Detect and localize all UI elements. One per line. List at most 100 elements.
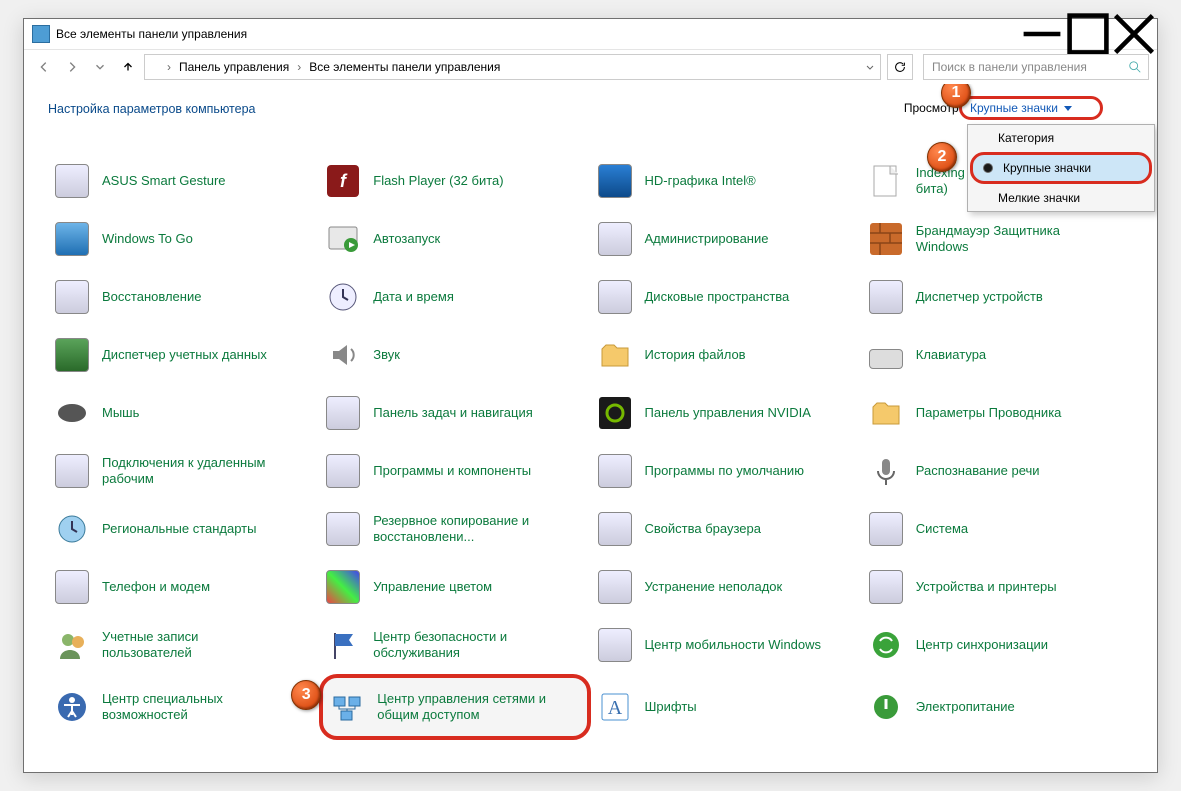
globe-clock-icon — [56, 513, 88, 545]
remote-icon — [55, 454, 89, 488]
item-security-maintenance[interactable]: Центр безопасности и обслуживания — [319, 616, 590, 674]
radio-selected-icon — [983, 163, 993, 173]
recent-locations-button[interactable] — [88, 55, 112, 79]
sync-icon — [870, 629, 902, 661]
devices-icon — [869, 280, 903, 314]
view-option-large-icons[interactable]: Крупные значки — [970, 152, 1152, 184]
item-sync-center[interactable]: Центр синхронизации — [862, 616, 1133, 674]
item-mouse[interactable]: Мышь — [48, 384, 319, 442]
refresh-button[interactable] — [887, 54, 913, 80]
step-badge-2: 2 — [927, 142, 957, 172]
up-button[interactable] — [116, 55, 140, 79]
item-autoplay[interactable]: Автозапуск — [319, 210, 590, 268]
items-grid: ASUS Smart Gesture fFlash Player (32 бит… — [48, 152, 1133, 740]
item-phone-modem[interactable]: Телефон и модем — [48, 558, 319, 616]
drives-icon — [598, 280, 632, 314]
microphone-icon — [870, 455, 902, 487]
power-icon — [870, 691, 902, 723]
fonts-icon: A — [599, 691, 631, 723]
generic-icon — [55, 164, 89, 198]
document-icon — [872, 164, 900, 198]
item-intel-graphics[interactable]: HD-графика Intel® — [591, 152, 862, 210]
item-network-sharing-center[interactable]: Центр управления сетями и общим доступом — [319, 674, 590, 740]
item-system[interactable]: Система — [862, 500, 1133, 558]
item-firewall[interactable]: Брандмауэр Защитника Windows — [862, 210, 1133, 268]
programs-icon — [326, 454, 360, 488]
folder-clock-icon — [599, 339, 631, 371]
item-device-manager[interactable]: Диспетчер устройств — [862, 268, 1133, 326]
chevron-down-icon[interactable] — [864, 61, 876, 73]
system-icon — [869, 512, 903, 546]
accessibility-icon — [56, 691, 88, 723]
item-power-options[interactable]: Электропитание — [862, 674, 1133, 740]
item-asus-smart-gesture[interactable]: ASUS Smart Gesture — [48, 152, 319, 210]
item-color-management[interactable]: Управление цветом — [319, 558, 590, 616]
breadcrumb-root[interactable]: Панель управления — [175, 60, 293, 74]
search-box[interactable] — [923, 54, 1149, 80]
defaults-icon — [598, 454, 632, 488]
flag-icon — [327, 629, 359, 661]
breadcrumb-sep-icon: › — [297, 60, 301, 74]
network-icon — [331, 691, 363, 723]
item-ease-of-access[interactable]: Центр специальных возможностей 3 — [48, 674, 319, 740]
item-taskbar[interactable]: Панель задач и навигация — [319, 384, 590, 442]
item-keyboard[interactable]: Клавиатура — [862, 326, 1133, 384]
forward-button[interactable] — [60, 55, 84, 79]
minimize-button[interactable] — [1019, 19, 1065, 49]
item-programs-features[interactable]: Программы и компоненты — [319, 442, 590, 500]
view-mode-dropdown[interactable]: Крупные значки — [959, 96, 1103, 120]
item-devices-printers[interactable]: Устройства и принтеры — [862, 558, 1133, 616]
view-option-category[interactable]: Категория — [968, 125, 1154, 151]
search-input[interactable] — [930, 59, 1104, 75]
flash-icon: f — [327, 165, 359, 197]
taskbar-icon — [326, 396, 360, 430]
item-flash-player[interactable]: fFlash Player (32 бита) — [319, 152, 590, 210]
autoplay-icon — [327, 223, 359, 255]
item-sound[interactable]: Звук — [319, 326, 590, 384]
item-regional[interactable]: Региональные стандарты — [48, 500, 319, 558]
window-title: Все элементы панели управления — [56, 27, 247, 41]
recovery-icon — [55, 280, 89, 314]
close-button[interactable] — [1111, 19, 1157, 49]
item-remote-desktop[interactable]: Подключения к удаленным рабочим — [48, 442, 319, 500]
view-option-small-icons[interactable]: Мелкие значки — [968, 185, 1154, 211]
address-bar[interactable]: › Панель управления › Все элементы панел… — [144, 54, 881, 80]
control-panel-window: Все элементы панели управления › Панель … — [23, 18, 1158, 773]
item-explorer-options[interactable]: Параметры Проводника — [862, 384, 1133, 442]
item-date-time[interactable]: Дата и время — [319, 268, 590, 326]
item-speech-recognition[interactable]: Распознавание речи — [862, 442, 1133, 500]
item-recovery[interactable]: Восстановление — [48, 268, 319, 326]
window-buttons — [1019, 19, 1157, 49]
item-user-accounts[interactable]: Учетные записи пользователей — [48, 616, 319, 674]
item-default-programs[interactable]: Программы по умолчанию — [591, 442, 862, 500]
usb-icon — [55, 222, 89, 256]
troubleshoot-icon — [598, 570, 632, 604]
item-fonts[interactable]: AШрифты — [591, 674, 862, 740]
maximize-button[interactable] — [1065, 19, 1111, 49]
item-windows-to-go[interactable]: Windows To Go — [48, 210, 319, 268]
breadcrumb-sep-icon: › — [167, 60, 171, 74]
search-icon — [1128, 60, 1142, 74]
internet-icon — [598, 512, 632, 546]
back-button[interactable] — [32, 55, 56, 79]
content-area: Настройка параметров компьютера Просмотр… — [24, 84, 1157, 772]
view-mode-selected: Крупные значки — [970, 101, 1058, 115]
item-administration[interactable]: Администрирование — [591, 210, 862, 268]
item-mobility-center[interactable]: Центр мобильности Windows — [591, 616, 862, 674]
color-icon — [326, 570, 360, 604]
item-internet-options[interactable]: Свойства браузера — [591, 500, 862, 558]
item-troubleshooting[interactable]: Устранение неполадок — [591, 558, 862, 616]
item-nvidia[interactable]: Панель управления NVIDIA — [591, 384, 862, 442]
item-credential-manager[interactable]: Диспетчер учетных данных — [48, 326, 319, 384]
item-backup-restore[interactable]: Резервное копирование и восстановлени... — [319, 500, 590, 558]
navigation-bar: › Панель управления › Все элементы панел… — [24, 50, 1157, 84]
location-icon — [149, 60, 163, 74]
item-file-history[interactable]: История файлов — [591, 326, 862, 384]
breadcrumb-leaf[interactable]: Все элементы панели управления — [305, 60, 504, 74]
item-storage-spaces[interactable]: Дисковые пространства — [591, 268, 862, 326]
app-icon — [32, 25, 50, 43]
backup-icon — [326, 512, 360, 546]
nvidia-icon — [599, 397, 631, 429]
speaker-icon — [327, 339, 359, 371]
tools-icon — [598, 222, 632, 256]
